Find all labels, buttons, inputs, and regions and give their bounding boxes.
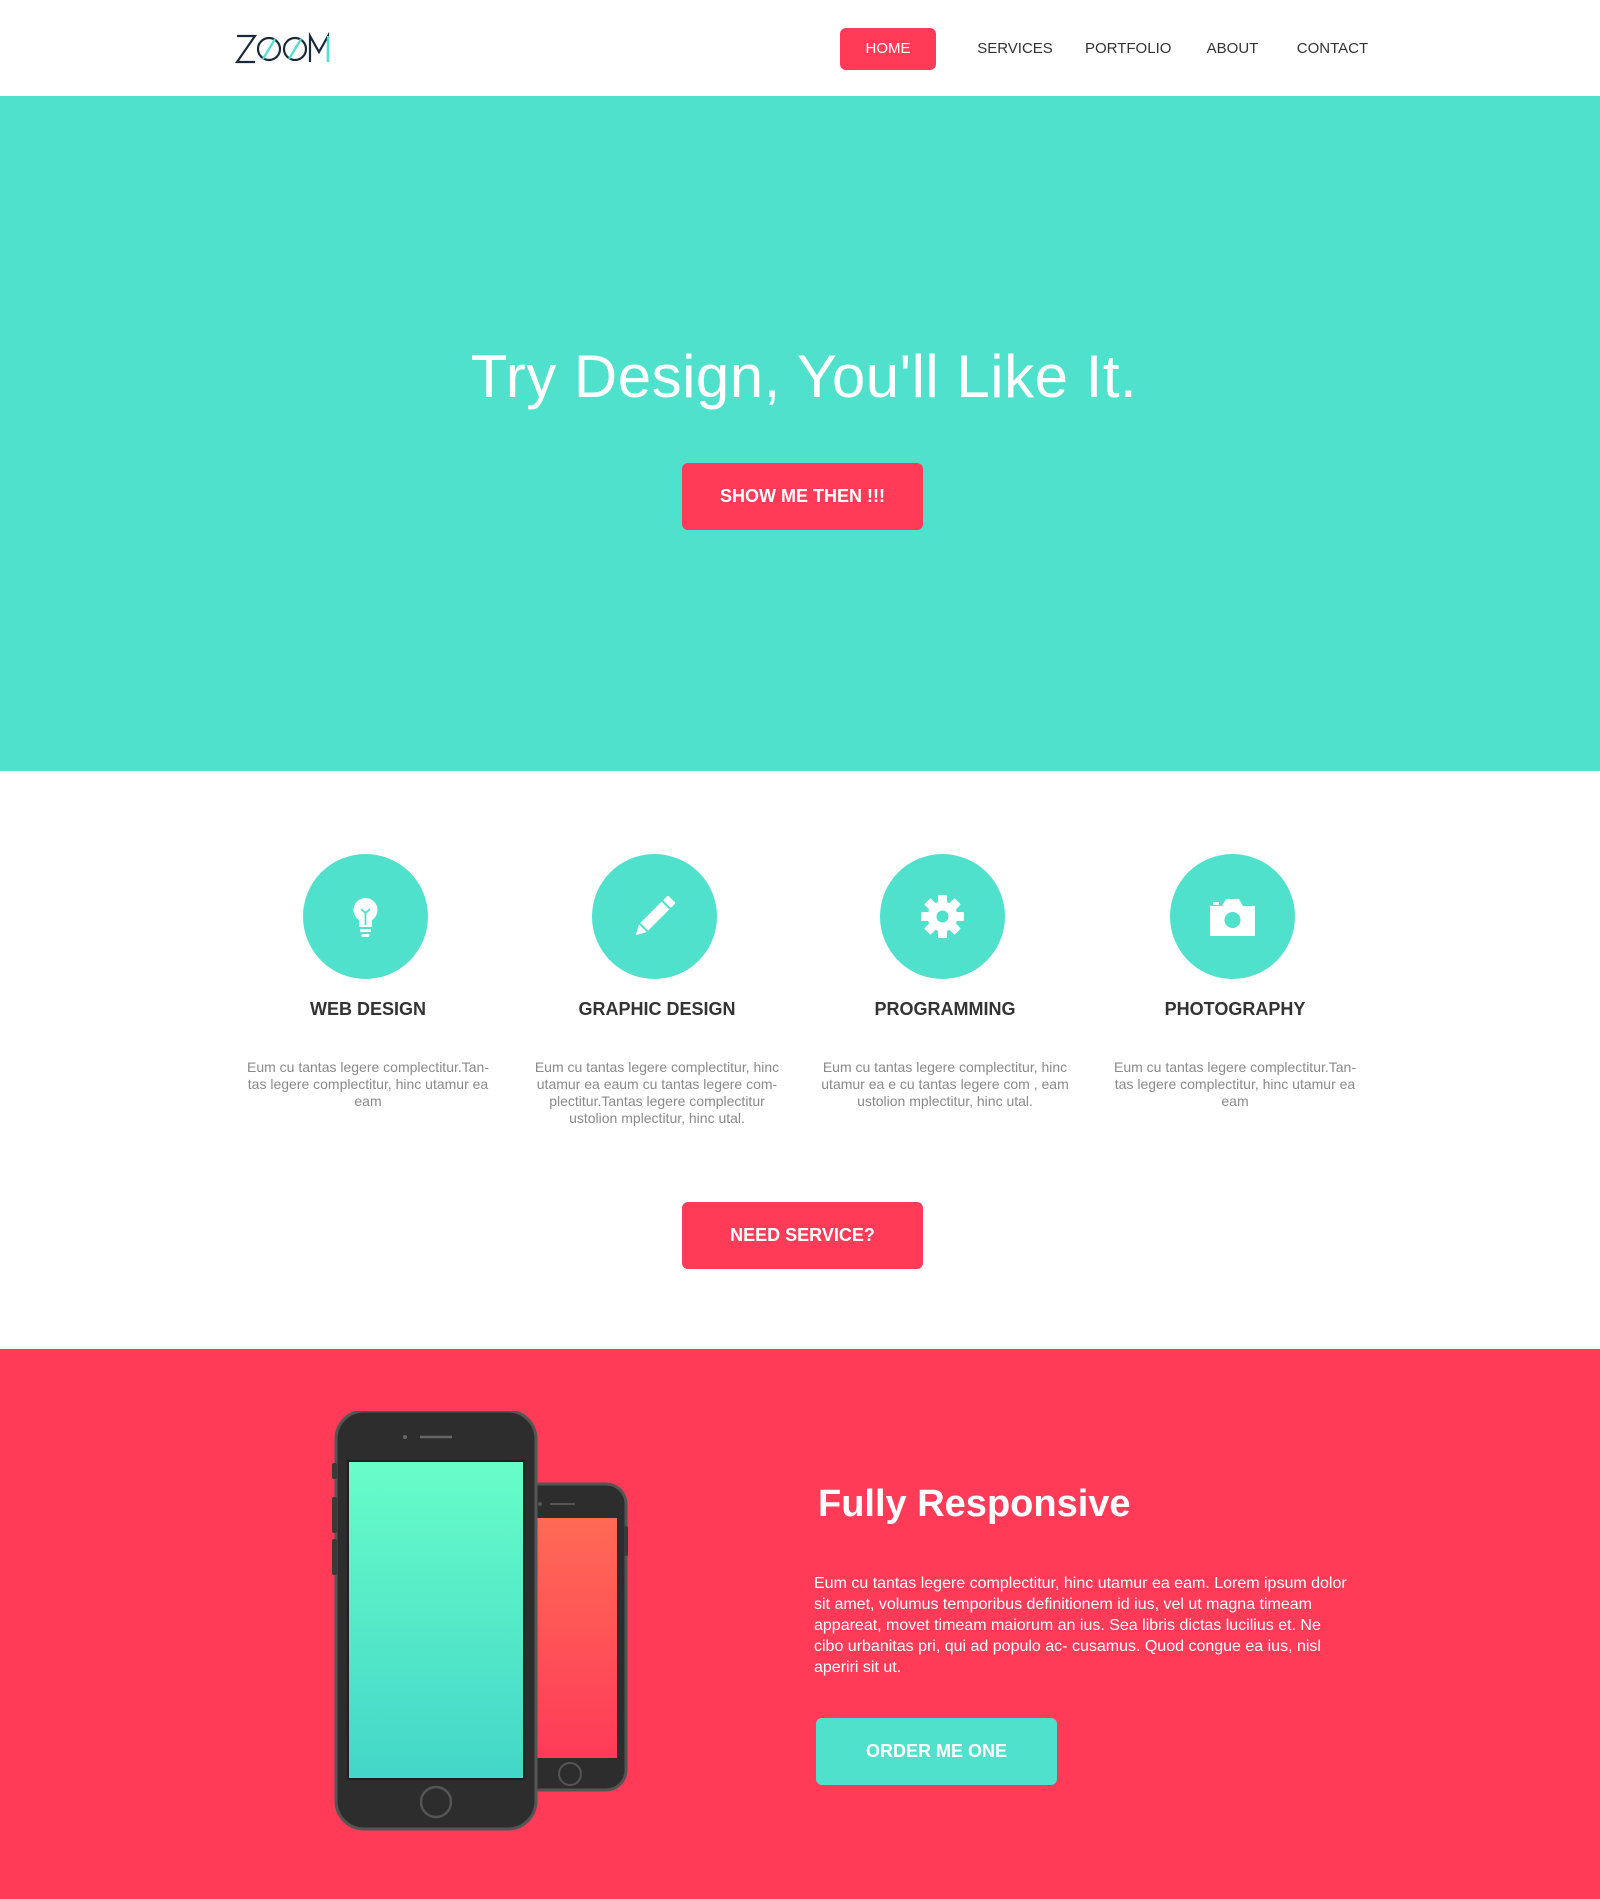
responsive-section: Fully Responsive Eum cu tantas legere co… (0, 1349, 1600, 1899)
gear-icon (921, 895, 964, 938)
order-me-one-button[interactable]: ORDER ME ONE (816, 1718, 1057, 1785)
large-phone (332, 1409, 538, 1831)
zoom-logo[interactable] (234, 31, 331, 66)
services-section: WEB DESIGN Eum cu tantas legere complect… (0, 771, 1600, 1349)
service-description: Eum cu tantas legere complectitur, hinc … (821, 1059, 1069, 1109)
nav-portfolio[interactable]: PORTFOLIO (1085, 28, 1171, 70)
service-title: WEB DESIGN (309, 999, 426, 1019)
nav-home[interactable]: HOME (840, 28, 936, 70)
hero-section: Try Design, You'll Like It. SHOW ME THEN… (0, 96, 1600, 771)
service-title: PHOTOGRAPHY (1164, 999, 1306, 1019)
service-title: GRAPHIC DESIGN (578, 999, 736, 1019)
service-icon-circle (592, 854, 717, 979)
service-icon-circle (303, 854, 428, 979)
phones-illustration (330, 1409, 650, 1835)
pencil-icon (635, 895, 676, 936)
nav-contact[interactable]: CONTACT (1290, 28, 1375, 70)
nav-services[interactable]: SERVICES (975, 28, 1055, 70)
show-me-button[interactable]: SHOW ME THEN !!! (682, 463, 923, 530)
lightbulb-icon (353, 898, 378, 937)
hero-title: Try Design, You'll Like It. (470, 343, 1138, 410)
camera-icon (1210, 899, 1255, 936)
service-description: Eum cu tantas legere complectitur.Tan- t… (246, 1059, 489, 1109)
site-header: HOME SERVICES PORTFOLIO ABOUT CONTACT (0, 0, 1600, 96)
responsive-title: Fully Responsive (818, 1483, 1131, 1525)
service-description: Eum cu tantas legere complectitur.Tan- t… (1113, 1059, 1356, 1109)
need-service-button[interactable]: NEED SERVICE? (682, 1202, 923, 1269)
nav-about[interactable]: ABOUT (1200, 28, 1265, 70)
responsive-text: Eum cu tantas legere complectitur, hinc … (814, 1575, 1347, 1676)
service-icon-circle (880, 854, 1005, 979)
service-icon-circle (1170, 854, 1295, 979)
service-description: Eum cu tantas legere complectitur, hinc … (534, 1059, 780, 1126)
service-title: PROGRAMMING (874, 999, 1016, 1019)
